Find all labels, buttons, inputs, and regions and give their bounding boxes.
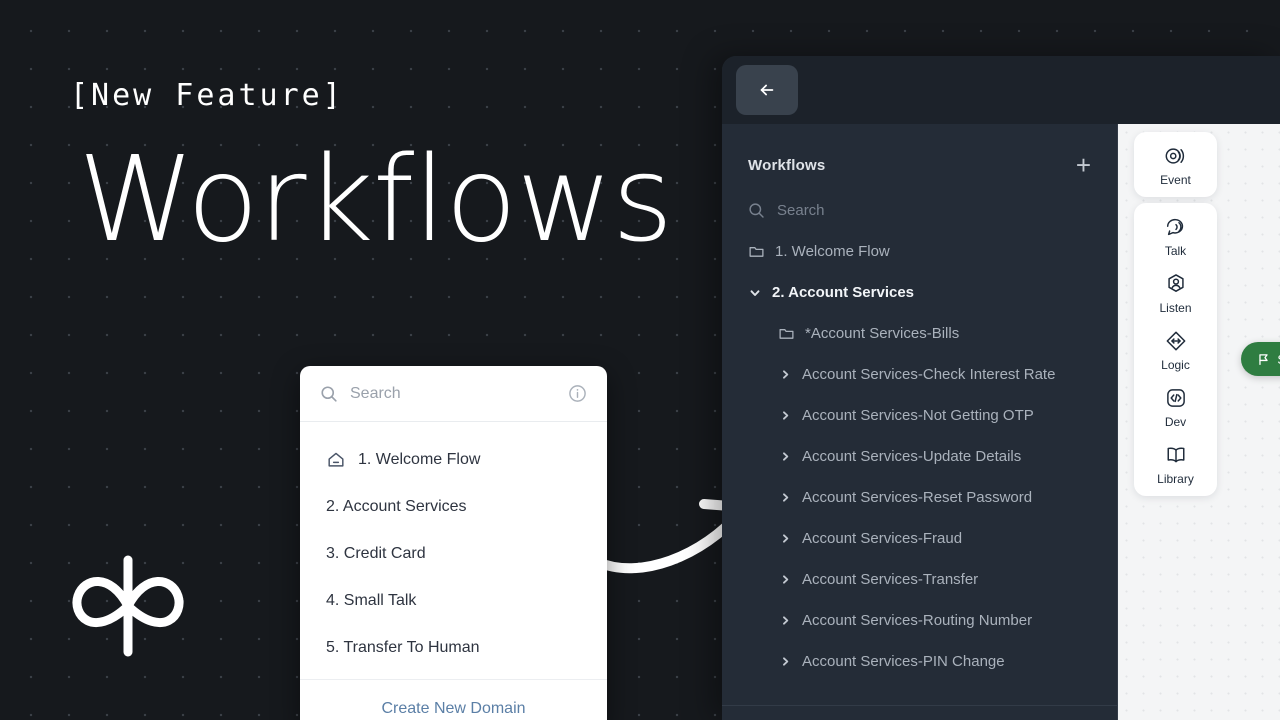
event-broadcast-icon: [1164, 144, 1188, 168]
flag-icon: [1257, 353, 1270, 366]
logic-diamond-icon: [1164, 329, 1188, 353]
tree-item-update-details[interactable]: Account Services-Update Details: [722, 436, 1117, 477]
dock-item-dev[interactable]: Dev: [1134, 386, 1217, 429]
app-screenshot-panel: Workflows + Search 1. Welcome Flow 2. Ac…: [722, 56, 1280, 720]
arrow-left-icon: [757, 80, 777, 100]
domain-dropdown-card: Search 1. Welcome Flow 2. Account Servic…: [300, 366, 607, 720]
tree-item-label: 1. Welcome Flow: [775, 243, 890, 260]
list-item-label: 5. Transfer To Human: [326, 638, 480, 656]
tree-item-label: Account Services-Check Interest Rate: [802, 366, 1056, 383]
tree-item-reset-password[interactable]: Account Services-Reset Password: [722, 477, 1117, 518]
share-button[interactable]: S: [1241, 342, 1280, 376]
list-item-label: 1. Welcome Flow: [358, 450, 481, 468]
tree-item-label: Account Services-PIN Change: [802, 653, 1005, 670]
list-item[interactable]: 5. Transfer To Human: [300, 624, 607, 671]
list-item-label: 3. Credit Card: [326, 544, 426, 562]
chevron-right-icon[interactable]: [778, 492, 792, 503]
folder-icon: [778, 325, 795, 342]
tree-item-label: *Account Services-Bills: [805, 325, 960, 342]
tree-item-check-interest-rate[interactable]: Account Services-Check Interest Rate: [722, 354, 1117, 395]
workflows-tree: 1. Welcome Flow 2. Account Services *Acc…: [722, 219, 1117, 682]
tree-item-not-getting-otp[interactable]: Account Services-Not Getting OTP: [722, 395, 1117, 436]
list-item[interactable]: 4. Small Talk: [300, 577, 607, 624]
chevron-right-icon[interactable]: [778, 410, 792, 421]
dock-item-talk[interactable]: Talk: [1134, 215, 1217, 258]
domain-list: 1. Welcome Flow 2. Account Services 3. C…: [300, 422, 607, 679]
tree-item-label: Account Services-Fraud: [802, 530, 963, 547]
dock-item-label: Library: [1157, 472, 1194, 486]
tree-item-label: Account Services-Reset Password: [802, 489, 1033, 506]
dock-item-label: Dev: [1164, 415, 1187, 429]
node-dock: Event Talk Listen Logic Dev Library: [1134, 132, 1217, 496]
dock-item-label: Logic: [1161, 358, 1190, 372]
workflows-title: Workflows: [748, 156, 826, 174]
dock-card-primary: Event: [1134, 132, 1217, 197]
tree-item-pin-change[interactable]: Account Services-PIN Change: [722, 641, 1117, 682]
dock-item-logic[interactable]: Logic: [1134, 329, 1217, 372]
add-workflow-button[interactable]: +: [1076, 152, 1091, 178]
eyebrow-label: [New Feature]: [70, 78, 344, 113]
page-title: Workflows: [78, 130, 673, 268]
promo-area: [New Feature] Workflows Search 1. Welcom…: [0, 0, 748, 720]
chevron-right-icon[interactable]: [778, 615, 792, 626]
dock-item-library[interactable]: Library: [1134, 443, 1217, 486]
back-button[interactable]: [736, 65, 798, 115]
list-item-label: 2. Account Services: [326, 497, 467, 515]
list-item[interactable]: 3. Credit Card: [300, 530, 607, 577]
sidebar-divider: [722, 705, 1117, 706]
search-icon: [320, 385, 338, 403]
listen-person-icon: [1164, 272, 1188, 296]
workflows-search-placeholder: Search: [777, 202, 825, 219]
dock-card-secondary: Talk Listen Logic Dev Library: [1134, 203, 1217, 496]
dock-item-label: Listen: [1159, 301, 1192, 315]
search-icon: [748, 202, 765, 219]
dock-item-label: Event: [1160, 173, 1191, 187]
folder-icon: [748, 243, 765, 260]
chevron-right-icon[interactable]: [778, 574, 792, 585]
tree-item-label: Account Services-Not Getting OTP: [802, 407, 1034, 424]
tree-item-welcome-flow[interactable]: 1. Welcome Flow: [722, 231, 1117, 272]
dock-item-label: Talk: [1164, 244, 1187, 258]
chevron-right-icon[interactable]: [778, 656, 792, 667]
tree-item-account-services[interactable]: 2. Account Services: [722, 272, 1117, 313]
chevron-down-icon[interactable]: [748, 287, 762, 299]
tree-item-fraud[interactable]: Account Services-Fraud: [722, 518, 1117, 559]
tree-item-label: 2. Account Services: [772, 284, 915, 301]
workflows-search-bar[interactable]: Search: [722, 178, 1117, 219]
list-item[interactable]: 2. Account Services: [300, 483, 607, 530]
book-icon: [1164, 443, 1188, 467]
domain-search-placeholder: Search: [350, 384, 401, 402]
home-icon: [326, 450, 346, 470]
workflows-sidebar: Workflows + Search 1. Welcome Flow 2. Ac…: [722, 124, 1118, 720]
dock-item-event[interactable]: Event: [1134, 144, 1217, 187]
tree-item-label: Account Services-Update Details: [802, 448, 1022, 465]
domain-search-bar[interactable]: Search: [300, 366, 607, 422]
workflow-canvas[interactable]: Event Talk Listen Logic Dev Library: [1118, 124, 1280, 720]
create-new-domain-button[interactable]: Create New Domain: [300, 679, 607, 720]
list-item-label: 4. Small Talk: [326, 591, 417, 609]
tree-item-routing-number[interactable]: Account Services-Routing Number: [722, 600, 1117, 641]
tree-item-label: Account Services-Routing Number: [802, 612, 1033, 629]
code-icon: [1164, 386, 1188, 410]
info-circle-icon[interactable]: [568, 384, 587, 403]
chevron-right-icon[interactable]: [778, 533, 792, 544]
app-topbar: [722, 56, 1280, 124]
tree-item-transfer[interactable]: Account Services-Transfer: [722, 559, 1117, 600]
chevron-right-icon[interactable]: [778, 369, 792, 380]
dock-item-listen[interactable]: Listen: [1134, 272, 1217, 315]
chevron-right-icon[interactable]: [778, 451, 792, 462]
talk-bubble-icon: [1164, 215, 1188, 239]
tree-item-account-services-bills[interactable]: *Account Services-Bills: [722, 313, 1117, 354]
app-body: Workflows + Search 1. Welcome Flow 2. Ac…: [722, 124, 1280, 720]
tree-item-label: Account Services-Transfer: [802, 571, 979, 588]
list-item[interactable]: 1. Welcome Flow: [300, 436, 607, 483]
knot-logo: [62, 552, 194, 660]
workflows-header: Workflows +: [722, 124, 1117, 178]
